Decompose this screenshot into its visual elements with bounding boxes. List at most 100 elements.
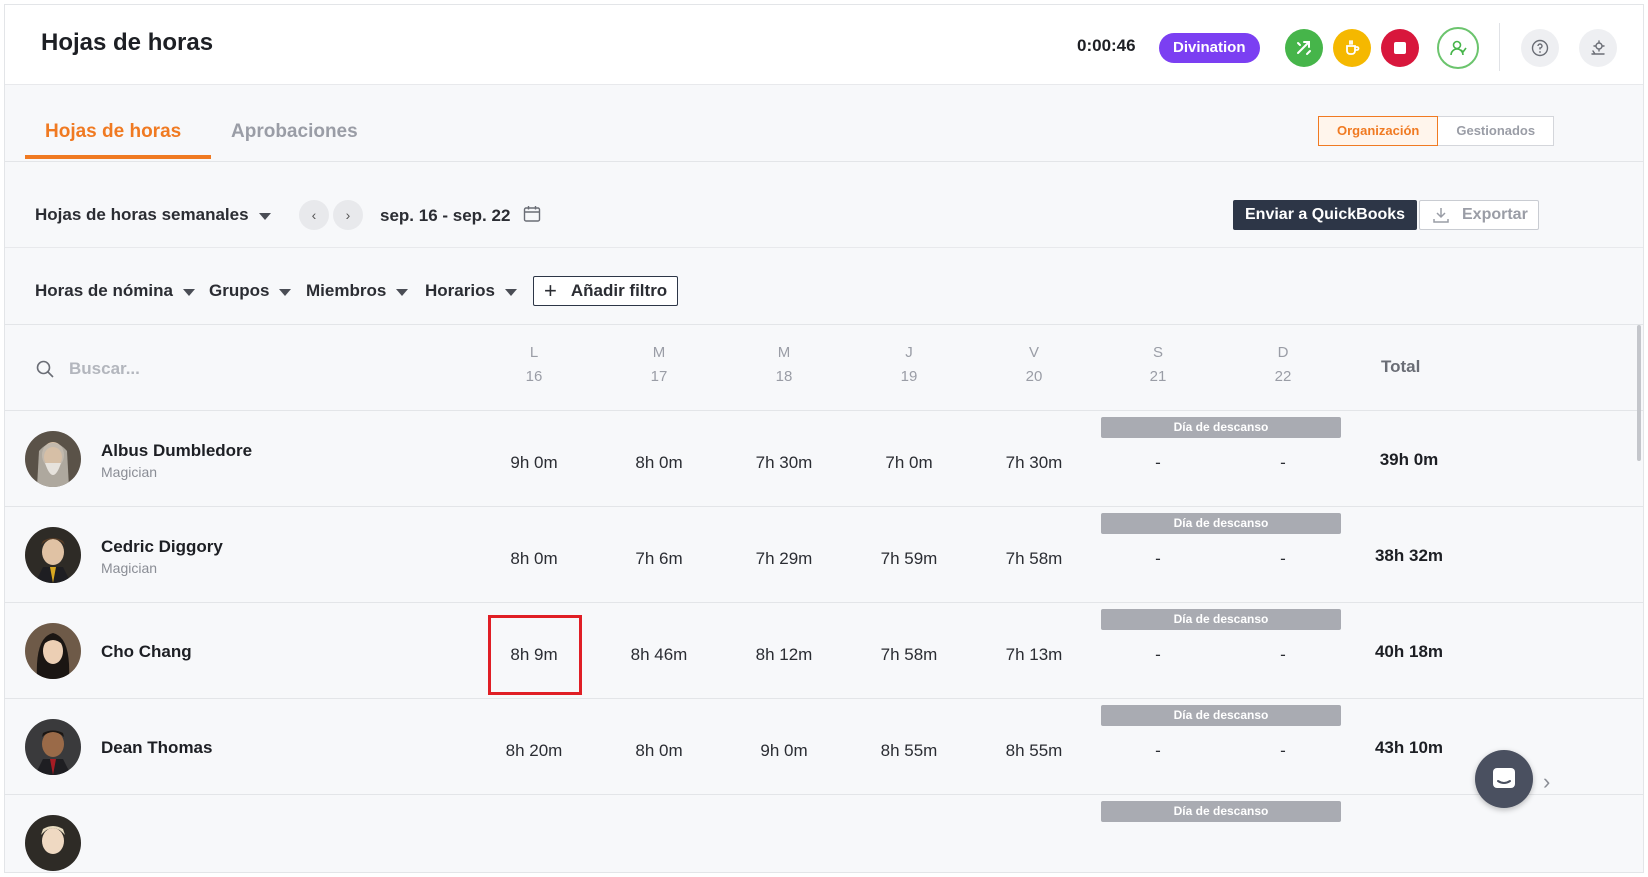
day-letter: J [905, 344, 913, 361]
day-number: 21 [1149, 368, 1167, 385]
search-box [35, 359, 269, 379]
avatar [25, 815, 81, 871]
member-name[interactable]: Cho Chang [101, 642, 192, 662]
day-number: 22 [1274, 368, 1292, 385]
help-icon [1531, 39, 1549, 57]
project-badge[interactable]: Divination [1159, 33, 1260, 63]
table-row[interactable]: Cho Chang Día de descanso 8h 9m 8h 46m 8… [5, 603, 1643, 699]
time-cell[interactable]: 7h 30m [984, 453, 1084, 473]
time-cell[interactable]: 8h 12m [734, 645, 834, 665]
table-row[interactable]: Dean Thomas Día de descanso 8h 20m 8h 0m… [5, 699, 1643, 795]
switch-icon [1297, 41, 1311, 55]
filter-label: Grupos [209, 281, 270, 300]
member-name[interactable]: Cedric Diggory [101, 537, 223, 557]
tab-approvals[interactable]: Aprobaciones [231, 121, 358, 143]
scope-toggle: Organización Gestionados [1318, 116, 1555, 146]
time-cell[interactable]: - [1108, 549, 1208, 569]
time-cell[interactable]: 7h 13m [984, 645, 1084, 665]
time-cell[interactable]: - [1233, 645, 1333, 665]
chevron-down-icon [182, 288, 195, 296]
payroll-hours-filter[interactable]: Horas de nómina [35, 281, 195, 301]
scope-managed-button[interactable]: Gestionados [1438, 116, 1555, 146]
day-number: 17 [650, 368, 668, 385]
chevron-down-icon [504, 288, 517, 296]
download-icon [1433, 208, 1449, 223]
active-tab-indicator [25, 155, 211, 159]
period-dropdown[interactable]: Hojas de horas semanales [35, 205, 271, 225]
table-row[interactable]: Día de descanso [5, 795, 1643, 872]
time-cell[interactable]: 8h 20m [484, 741, 584, 761]
page-title: Hojas de horas [41, 29, 214, 56]
date-range: sep. 16 - sep. 22 [380, 206, 511, 225]
day-letter: M [777, 344, 791, 361]
chevron-right-icon[interactable]: › [1543, 769, 1550, 795]
members-filter[interactable]: Miembros [306, 281, 409, 301]
gear-icon [1591, 40, 1605, 55]
next-week-button[interactable]: › [333, 200, 363, 230]
take-break-button[interactable] [1333, 29, 1371, 67]
time-cell[interactable]: 7h 30m [734, 453, 834, 473]
time-cell[interactable]: 8h 55m [859, 741, 959, 761]
member-name[interactable]: Dean Thomas [101, 738, 212, 758]
send-to-quickbooks-button[interactable]: Enviar a QuickBooks [1233, 200, 1418, 230]
time-cell[interactable]: 7h 0m [859, 453, 959, 473]
day-off-badge: Día de descanso [1101, 801, 1341, 822]
time-cell[interactable]: 8h 0m [609, 741, 709, 761]
add-filter-button[interactable]: + Añadir filtro [533, 276, 679, 306]
time-cell[interactable]: 7h 59m [859, 549, 959, 569]
avatar [25, 623, 81, 679]
user-icon [1450, 40, 1467, 56]
time-cell[interactable]: - [1108, 453, 1208, 473]
day-column-header: M 17 [629, 341, 689, 389]
chevron-down-icon [396, 288, 409, 296]
time-cell[interactable]: 7h 6m [609, 549, 709, 569]
time-cell[interactable]: 9h 0m [484, 453, 584, 473]
time-cell[interactable]: 8h 55m [984, 741, 1084, 761]
vertical-scrollbar[interactable] [1637, 325, 1641, 461]
time-cell[interactable]: 8h 0m [609, 453, 709, 473]
table-row[interactable]: Albus Dumbledore Magician Día de descans… [5, 411, 1643, 507]
search-input[interactable] [69, 359, 269, 379]
chevron-right-icon: › [345, 207, 351, 223]
timer-display: 0:00:46 [1077, 36, 1136, 55]
help-button[interactable] [1521, 29, 1559, 67]
time-cell[interactable]: - [1233, 453, 1333, 473]
groups-filter[interactable]: Grupos [209, 281, 292, 301]
stop-timer-button[interactable] [1381, 29, 1419, 67]
previous-week-button[interactable]: ‹ [299, 200, 329, 230]
time-cell[interactable]: 9h 0m [734, 741, 834, 761]
row-total: 39h 0m [1379, 450, 1439, 469]
time-cell[interactable]: 7h 29m [734, 549, 834, 569]
day-column-header: S 21 [1128, 341, 1188, 389]
table-row[interactable]: Cedric Diggory Magician Día de descanso … [5, 507, 1643, 603]
time-cell[interactable]: 8h 46m [609, 645, 709, 665]
day-number: 19 [900, 368, 918, 385]
day-off-badge: Día de descanso [1101, 513, 1341, 534]
day-letter: M [652, 344, 666, 361]
total-column-header: Total [1381, 357, 1421, 376]
time-cell[interactable]: 7h 58m [859, 645, 959, 665]
row-total: 43h 10m [1374, 738, 1444, 757]
member-name[interactable]: Albus Dumbledore [101, 441, 252, 461]
tab-timesheets[interactable]: Hojas de horas [45, 121, 181, 143]
stop-icon [1394, 42, 1406, 54]
day-letter: L [529, 344, 539, 361]
time-cell[interactable]: - [1108, 645, 1208, 665]
switch-task-button[interactable] [1285, 29, 1323, 67]
chat-support-button[interactable] [1475, 750, 1533, 808]
chevron-down-icon [279, 288, 292, 296]
day-letter: V [1028, 344, 1039, 361]
calendar-icon[interactable] [523, 205, 541, 228]
time-cell[interactable]: 7h 58m [984, 549, 1084, 569]
settings-button[interactable] [1579, 29, 1617, 67]
export-button[interactable]: Exportar [1419, 200, 1539, 230]
schedules-filter[interactable]: Horarios [425, 281, 517, 301]
user-status-button[interactable] [1437, 27, 1479, 69]
scope-organization-button[interactable]: Organización [1318, 116, 1439, 146]
day-letter: S [1152, 344, 1163, 361]
time-cell[interactable]: 8h 0m [484, 549, 584, 569]
top-bar: Hojas de horas 0:00:46 Divination [5, 5, 1643, 85]
time-cell[interactable]: - [1108, 741, 1208, 761]
time-cell[interactable]: - [1233, 549, 1333, 569]
time-cell[interactable]: - [1233, 741, 1333, 761]
